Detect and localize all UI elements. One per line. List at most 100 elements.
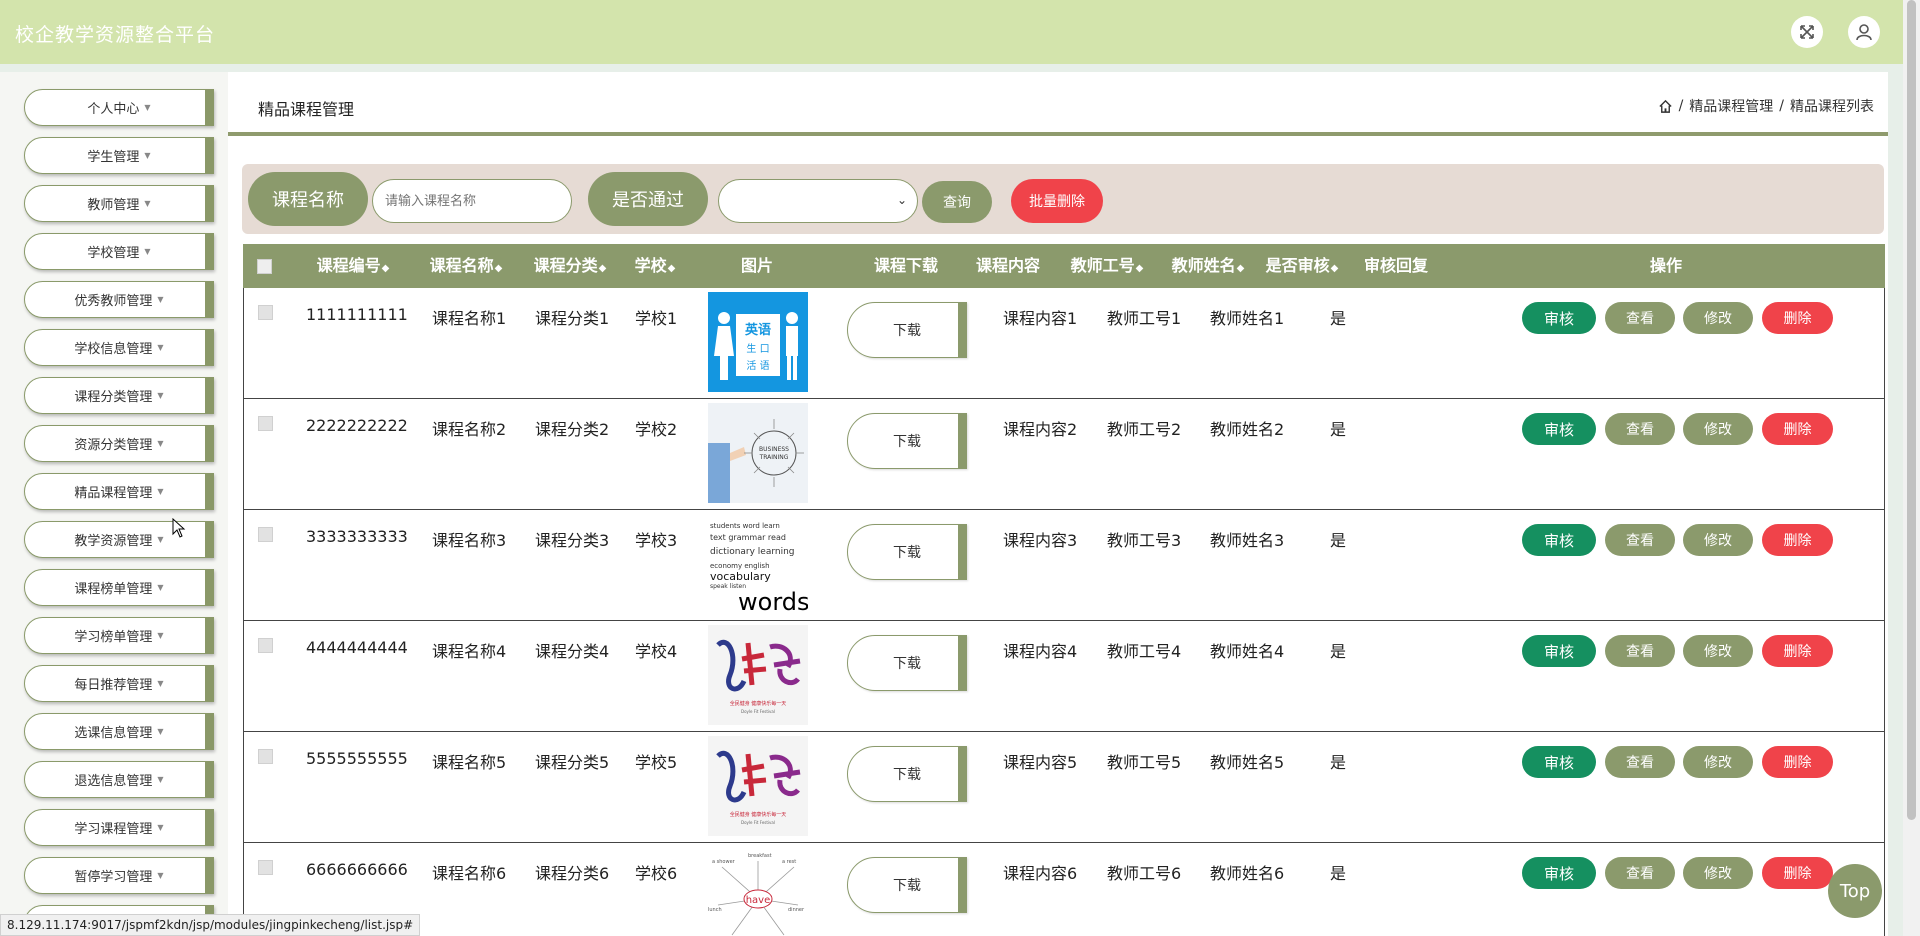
column-header-name[interactable]: 课程名称◆ bbox=[423, 244, 509, 288]
svg-text:Doyle Fit Festival: Doyle Fit Festival bbox=[741, 709, 775, 714]
audit-button[interactable]: 审核 bbox=[1522, 413, 1596, 445]
row-checkbox[interactable] bbox=[258, 749, 273, 764]
caret-down-icon: ▼ bbox=[144, 247, 151, 256]
course-table: 课程编号◆ 课程名称◆ 课程分类◆ 学校◆ 图片 课程下载 课程内容 教师工号◆… bbox=[243, 244, 1885, 936]
row-checkbox[interactable] bbox=[258, 860, 273, 875]
view-button[interactable]: 查看 bbox=[1605, 635, 1675, 667]
download-button[interactable]: 下载 bbox=[847, 302, 967, 358]
passed-select[interactable]: ⌄ bbox=[718, 179, 918, 223]
sort-icon: ◆ bbox=[1135, 263, 1144, 274]
sidebar-item-daily-recommend[interactable]: 每日推荐管理 ▼ bbox=[24, 665, 214, 702]
sidebar-item-course-category[interactable]: 课程分类管理 ▼ bbox=[24, 377, 214, 414]
cell-audited: 是 bbox=[1330, 864, 1347, 883]
column-header-teacher-no[interactable]: 教师工号◆ bbox=[1064, 244, 1150, 288]
edit-button[interactable]: 修改 bbox=[1683, 746, 1753, 778]
audit-button[interactable]: 审核 bbox=[1522, 524, 1596, 556]
download-button[interactable]: 下载 bbox=[847, 524, 967, 580]
sidebar-item-label: 学生管理 bbox=[87, 150, 140, 165]
column-header-category[interactable]: 课程分类◆ bbox=[527, 244, 613, 288]
course-name-input[interactable] bbox=[372, 179, 572, 223]
sidebar-item-schools[interactable]: 学校管理 ▼ bbox=[24, 233, 214, 270]
sidebar-item-premium-courses[interactable]: 精品课程管理 ▼ bbox=[24, 473, 214, 510]
scrollbar-thumb[interactable] bbox=[1907, 0, 1916, 820]
sidebar-item-resource-category[interactable]: 资源分类管理 ▼ bbox=[24, 425, 214, 462]
sidebar-item-teachers[interactable]: 教师管理 ▼ bbox=[24, 185, 214, 222]
row-checkbox[interactable] bbox=[258, 527, 273, 542]
edit-button[interactable]: 修改 bbox=[1683, 302, 1753, 334]
delete-button[interactable]: 删除 bbox=[1762, 524, 1833, 556]
download-button[interactable]: 下载 bbox=[847, 635, 967, 691]
view-button[interactable]: 查看 bbox=[1605, 746, 1675, 778]
audit-button[interactable]: 审核 bbox=[1522, 635, 1596, 667]
sidebar-item-excellent-teachers[interactable]: 优秀教师管理 ▼ bbox=[24, 281, 214, 318]
svg-text:a rest: a rest bbox=[782, 859, 796, 865]
column-label: 是否审核 bbox=[1265, 256, 1330, 275]
mouse-cursor-icon bbox=[172, 518, 186, 538]
cell-teacher-name: 教师姓名1 bbox=[1210, 309, 1285, 328]
row-checkbox[interactable] bbox=[258, 305, 273, 320]
svg-text:lunch: lunch bbox=[708, 907, 722, 913]
sidebar-item-learning-courses[interactable]: 学习课程管理 ▼ bbox=[24, 809, 214, 846]
cell-teacher-name: 教师姓名4 bbox=[1210, 642, 1285, 661]
edit-button[interactable]: 修改 bbox=[1683, 635, 1753, 667]
edit-button[interactable]: 修改 bbox=[1683, 857, 1753, 889]
column-header-school[interactable]: 学校◆ bbox=[626, 244, 684, 288]
column-header-teacher-name[interactable]: 教师姓名◆ bbox=[1165, 244, 1251, 288]
home-icon[interactable] bbox=[1658, 99, 1673, 114]
cell-name: 课程名称2 bbox=[432, 420, 507, 439]
row-checkbox[interactable] bbox=[258, 638, 273, 653]
sidebar-item-students[interactable]: 学生管理 ▼ bbox=[24, 137, 214, 174]
column-header-audited[interactable]: 是否审核◆ bbox=[1259, 244, 1345, 288]
sidebar-item-paused-learning[interactable]: 暂停学习管理 ▼ bbox=[24, 857, 214, 894]
sidebar-item-course-ranking[interactable]: 课程榜单管理 ▼ bbox=[24, 569, 214, 606]
cell-code: 3333333333 bbox=[306, 527, 408, 546]
sidebar-item-withdrawal[interactable]: 退选信息管理 ▼ bbox=[24, 761, 214, 798]
sidebar-item-course-selection[interactable]: 选课信息管理 ▼ bbox=[24, 713, 214, 750]
cell-category: 课程分类5 bbox=[535, 753, 610, 772]
back-to-top-button[interactable]: Top bbox=[1828, 864, 1882, 918]
edit-button[interactable]: 修改 bbox=[1683, 413, 1753, 445]
view-button[interactable]: 查看 bbox=[1605, 302, 1675, 334]
cell-audited: 是 bbox=[1330, 531, 1347, 550]
fullscreen-button[interactable] bbox=[1791, 16, 1823, 48]
delete-button[interactable]: 删除 bbox=[1762, 413, 1833, 445]
delete-button[interactable]: 删除 bbox=[1762, 857, 1833, 889]
page-scrollbar[interactable] bbox=[1903, 0, 1920, 936]
view-button[interactable]: 查看 bbox=[1605, 857, 1675, 889]
cell-category: 课程分类1 bbox=[535, 309, 610, 328]
column-header-image: 图片 bbox=[740, 256, 773, 275]
delete-button[interactable]: 删除 bbox=[1762, 635, 1833, 667]
audit-button[interactable]: 审核 bbox=[1522, 302, 1596, 334]
delete-button[interactable]: 删除 bbox=[1762, 302, 1833, 334]
cell-name: 课程名称5 bbox=[432, 753, 507, 772]
sidebar-item-label: 教师管理 bbox=[87, 198, 140, 213]
view-button[interactable]: 查看 bbox=[1605, 413, 1675, 445]
user-button[interactable] bbox=[1848, 16, 1880, 48]
query-button[interactable]: 查询 bbox=[922, 181, 992, 223]
svg-text:全民健身 健康快乐每一天: 全民健身 健康快乐每一天 bbox=[730, 811, 787, 818]
sidebar-item-school-info[interactable]: 学校信息管理 ▼ bbox=[24, 329, 214, 366]
caret-down-icon: ▼ bbox=[157, 823, 164, 832]
breadcrumb-item[interactable]: 精品课程管理 bbox=[1689, 96, 1773, 116]
view-button[interactable]: 查看 bbox=[1605, 524, 1675, 556]
batch-delete-button[interactable]: 批量删除 bbox=[1011, 179, 1103, 223]
svg-text:economy english: economy english bbox=[710, 562, 770, 570]
column-header-code[interactable]: 课程编号◆ bbox=[297, 244, 409, 288]
column-header-download: 课程下载 bbox=[873, 256, 938, 275]
cell-code: 4444444444 bbox=[306, 638, 408, 657]
cell-category: 课程分类2 bbox=[535, 420, 610, 439]
breadcrumb-item-current: 精品课程列表 bbox=[1790, 99, 1874, 115]
delete-button[interactable]: 删除 bbox=[1762, 746, 1833, 778]
sort-icon: ◆ bbox=[1236, 263, 1245, 274]
audit-button[interactable]: 审核 bbox=[1522, 857, 1596, 889]
course-name-label: 课程名称 bbox=[248, 172, 368, 226]
download-button[interactable]: 下载 bbox=[847, 746, 967, 802]
audit-button[interactable]: 审核 bbox=[1522, 746, 1596, 778]
download-button[interactable]: 下载 bbox=[847, 413, 967, 469]
select-all-checkbox[interactable] bbox=[257, 259, 272, 274]
row-checkbox[interactable] bbox=[258, 416, 273, 431]
sidebar-item-personal-center[interactable]: 个人中心 ▼ bbox=[24, 89, 214, 126]
sidebar-item-study-ranking[interactable]: 学习榜单管理 ▼ bbox=[24, 617, 214, 654]
download-button[interactable]: 下载 bbox=[847, 857, 967, 913]
edit-button[interactable]: 修改 bbox=[1683, 524, 1753, 556]
